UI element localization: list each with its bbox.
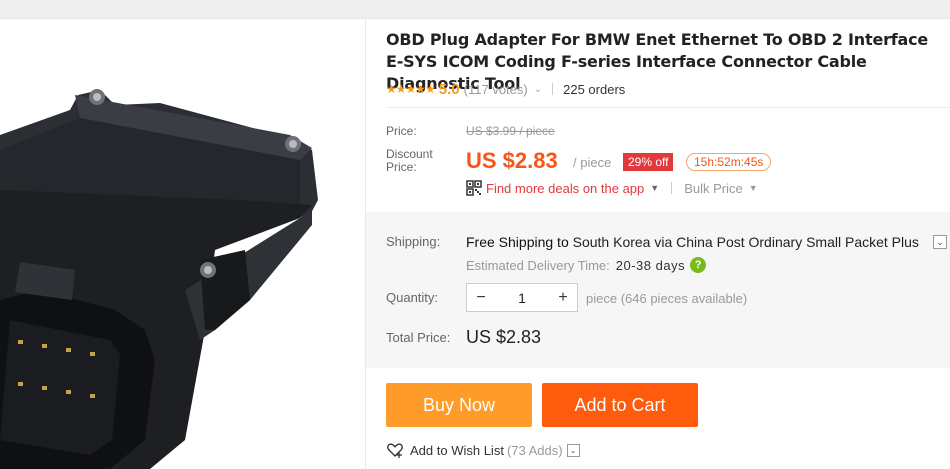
bulk-price-dropdown[interactable]: Bulk Price <box>684 181 743 196</box>
top-strip <box>0 0 950 19</box>
delivery-time-row: Estimated Delivery Time: 20-38 days ? <box>466 257 707 273</box>
discount-price: US $2.83 <box>466 148 558 173</box>
wishlist-count: (73 Adds) <box>506 442 563 458</box>
app-deals-row: Find more deals on the app ▼ Bulk Price … <box>466 180 758 196</box>
price-label: Price: <box>386 124 417 138</box>
increase-button[interactable]: + <box>549 284 577 311</box>
chevron-down-icon[interactable]: ⌄ <box>534 84 542 95</box>
caret-down-icon[interactable]: ▼ <box>650 183 659 193</box>
orders-count: 225 orders <box>563 81 626 97</box>
chevron-down-icon[interactable]: ⌄ <box>566 443 580 457</box>
discount-badge: 29% off <box>623 153 674 171</box>
countdown-timer: 15h:52m:45s <box>686 153 772 171</box>
wishlist-link[interactable]: Add to Wish List <box>410 443 504 458</box>
app-deals-link[interactable]: Find more deals on the app <box>486 181 644 196</box>
star-rating-icon: ★★★★★ <box>386 82 436 96</box>
qr-code-icon <box>466 180 482 196</box>
decrease-button[interactable]: − <box>467 284 495 311</box>
shipping-label: Shipping: <box>386 234 441 249</box>
product-image[interactable] <box>0 20 365 469</box>
quantity-stepper: − 1 + <box>466 283 578 312</box>
total-price-value: US $2.83 <box>466 327 542 347</box>
obd-adapter-image <box>0 89 318 469</box>
divider <box>671 182 673 194</box>
caret-down-icon[interactable]: ▼ <box>749 183 758 193</box>
divider <box>552 83 554 95</box>
rating-value: 5.0 <box>438 80 460 98</box>
add-to-cart-button[interactable]: Add to Cart <box>542 383 698 427</box>
rating-row: ★★★★★ 5.0 (117 votes) ⌄ 225 orders <box>386 80 625 98</box>
delivery-days: 20-38 days <box>615 257 686 273</box>
free-shipping-text: Free Shipping to <box>466 234 569 250</box>
discount-price-label: Discount Price: <box>386 148 433 174</box>
votes-link[interactable]: (117 votes) <box>464 82 528 97</box>
quantity-input[interactable]: 1 <box>495 290 549 306</box>
buy-now-button[interactable]: Buy Now <box>386 383 532 427</box>
wishlist-row[interactable]: Add to Wish List (73 Adds) ⌄ <box>386 441 580 459</box>
quantity-available: piece (646 pieces available) <box>586 291 748 306</box>
original-price: US $3.99 / piece <box>466 124 555 138</box>
price-unit: / piece <box>573 155 612 170</box>
separator-line <box>386 107 950 108</box>
discount-label-line2: Price: <box>386 160 417 174</box>
shipping-dropdown-icon[interactable]: ⌄ <box>933 235 947 249</box>
shipping-route: South Korea via China Post Ordinary Smal… <box>572 234 919 250</box>
heart-plus-icon <box>387 443 403 458</box>
shipping-method[interactable]: Free Shipping to South Korea via China P… <box>466 234 919 250</box>
help-icon[interactable]: ? <box>690 257 707 273</box>
delivery-label: Estimated Delivery Time: <box>466 257 610 273</box>
quantity-label: Quantity: <box>386 290 439 305</box>
total-price-label: Total Price: <box>386 330 451 345</box>
